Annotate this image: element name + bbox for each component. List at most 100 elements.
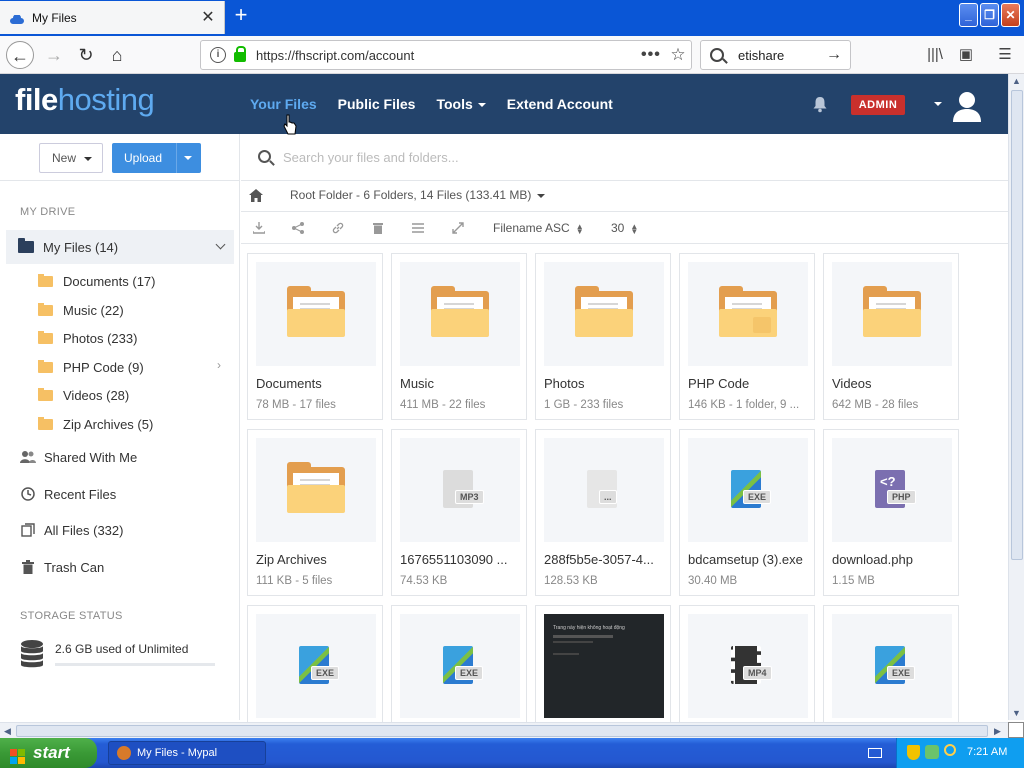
fullscreen-icon[interactable]: [451, 221, 465, 235]
keyboard-icon[interactable]: [868, 748, 882, 758]
per-page-select[interactable]: 30 ▲ ▼: [611, 221, 638, 235]
nav-public-files[interactable]: Public Files: [338, 96, 416, 112]
sidebar-item-shared[interactable]: Shared With Me: [20, 446, 137, 468]
file-card[interactable]: MP3 1676551103090 ... 74.53 KB: [391, 429, 527, 596]
browser-tab[interactable]: My Files ✕: [0, 1, 225, 34]
scroll-left-icon[interactable]: ◀: [4, 726, 11, 737]
folder-thumb: [256, 262, 376, 366]
share-icon[interactable]: [291, 221, 305, 235]
file-card[interactable]: EXE: [247, 605, 383, 723]
url-text[interactable]: https://fhscript.com/account: [256, 48, 641, 63]
file-card[interactable]: EXE: [391, 605, 527, 723]
back-button[interactable]: ←: [6, 41, 34, 69]
file-card[interactable]: EXE bdcamsetup (3).exe 30.40 MB: [679, 429, 815, 596]
chevron-down-icon[interactable]: [184, 156, 192, 160]
new-button[interactable]: New: [39, 143, 103, 173]
browser-search-bar[interactable]: etishare →: [700, 40, 851, 70]
close-window-button[interactable]: ✕: [1001, 3, 1020, 27]
image-card[interactable]: Trang này hiện không hoạt động: [535, 605, 671, 723]
library-icon[interactable]: |||\: [924, 44, 946, 66]
folder-card[interactable]: PHP Code 146 KB - 1 folder, 9 ...: [679, 253, 815, 420]
restore-button[interactable]: ❐: [980, 3, 999, 27]
sidebar-folder-php-code[interactable]: PHP Code (9): [38, 357, 144, 377]
new-tab-button[interactable]: +: [230, 4, 252, 27]
trash-icon[interactable]: [371, 221, 385, 235]
search-tray-icon[interactable]: [944, 744, 956, 756]
bell-icon[interactable]: [811, 95, 829, 113]
admin-badge[interactable]: ADMIN: [851, 95, 905, 115]
users-icon: [20, 449, 36, 465]
folder-card[interactable]: Music 411 MB - 22 files: [391, 253, 527, 420]
database-icon: [20, 640, 44, 673]
user-avatar-icon[interactable]: [952, 90, 982, 122]
per-page-label: 30: [611, 221, 625, 235]
nav-tools[interactable]: Tools: [436, 96, 486, 112]
scroll-up-icon[interactable]: ▲: [1012, 76, 1021, 86]
upload-button[interactable]: Upload: [112, 143, 201, 173]
chevron-down-icon[interactable]: [215, 239, 226, 250]
folder-card[interactable]: Photos 1 GB - 233 files: [535, 253, 671, 420]
taskbar-window-item[interactable]: My Files - Mypal: [108, 741, 266, 765]
minimize-button[interactable]: _: [959, 3, 978, 27]
upload-separator: [176, 143, 177, 173]
page-actions-icon[interactable]: •••: [641, 46, 665, 64]
url-bar[interactable]: i https://fhscript.com/account ••• ☆: [200, 40, 692, 70]
scroll-down-icon[interactable]: ▼: [1012, 708, 1021, 718]
download-icon[interactable]: [252, 221, 266, 235]
breadcrumb-folder[interactable]: Root Folder - 6 Folders, 14 Files (133.4…: [290, 188, 546, 202]
file-card[interactable]: MP4: [679, 605, 815, 723]
list-icon[interactable]: [411, 221, 425, 235]
home-icon[interactable]: [249, 189, 263, 205]
file-type-label: EXE: [887, 666, 916, 680]
start-button[interactable]: start: [0, 738, 97, 768]
start-label: start: [33, 743, 70, 762]
file-card[interactable]: PHP download.php 1.15 MB: [823, 429, 959, 596]
sidebar-folder-music[interactable]: Music (22): [38, 300, 124, 320]
chevron-right-icon[interactable]: ›: [217, 358, 221, 372]
sidebar-item-all-files[interactable]: All Files (332): [20, 519, 123, 541]
scroll-thumb[interactable]: [16, 725, 988, 737]
sort-select[interactable]: Filename ASC ▲ ▼: [493, 221, 584, 235]
sidebar-folder-zip-archives[interactable]: Zip Archives (5): [38, 414, 153, 434]
vertical-scrollbar[interactable]: ▲ ▼: [1008, 74, 1024, 720]
browser-search-input[interactable]: etishare: [738, 48, 826, 63]
info-icon[interactable]: i: [210, 47, 226, 63]
account-chevron-down-icon[interactable]: [934, 102, 942, 106]
chevron-down-icon: [477, 103, 486, 108]
network-icon[interactable]: [925, 745, 939, 759]
logo-part-file: file: [15, 82, 58, 117]
sidebar-toggle-icon[interactable]: ▣: [955, 44, 977, 66]
sidebar-folder-photos[interactable]: Photos (233): [38, 328, 137, 348]
home-button[interactable]: ⌂: [103, 41, 131, 69]
search-go-icon[interactable]: →: [826, 46, 850, 64]
reload-button[interactable]: ↻: [72, 41, 100, 69]
nav-your-files[interactable]: Your Files: [250, 96, 317, 112]
nav-extend-account[interactable]: Extend Account: [507, 96, 613, 112]
bookmark-star-icon[interactable]: ☆: [665, 45, 691, 65]
chevron-down-icon: [537, 193, 546, 198]
menu-icon[interactable]: ☰: [994, 44, 1016, 66]
new-button-label: New: [52, 151, 77, 165]
forward-button[interactable]: →: [40, 41, 68, 69]
file-card[interactable]: EXE: [823, 605, 959, 723]
sidebar-item-trash[interactable]: Trash Can: [20, 556, 104, 578]
close-tab-icon[interactable]: ✕: [200, 9, 216, 26]
file-search-input[interactable]: Search your files and folders...: [283, 150, 459, 165]
sidebar-folder-documents[interactable]: Documents (17): [38, 271, 155, 291]
logo[interactable]: filehosting: [15, 82, 155, 118]
sidebar-item-my-files[interactable]: My Files (14): [6, 230, 234, 264]
file-card[interactable]: ... 288f5b5e-3057-4... 128.53 KB: [535, 429, 671, 596]
folder-icon: [38, 359, 53, 373]
folder-card[interactable]: Documents 78 MB - 17 files: [247, 253, 383, 420]
sidebar-folder-videos[interactable]: Videos (28): [38, 385, 129, 405]
scroll-thumb[interactable]: [1011, 90, 1023, 560]
sidebar-item-recent[interactable]: Recent Files: [20, 483, 116, 505]
folder-card[interactable]: Videos 642 MB - 28 files: [823, 253, 959, 420]
shield-icon[interactable]: [907, 745, 920, 760]
files-icon: [20, 522, 36, 538]
link-icon[interactable]: [331, 221, 345, 235]
generic-file-icon: ...: [583, 468, 625, 512]
folder-card[interactable]: Zip Archives 111 KB - 5 files: [247, 429, 383, 596]
horizontal-scrollbar[interactable]: ◀ ▶: [0, 722, 1008, 738]
scroll-right-icon[interactable]: ▶: [994, 726, 1001, 737]
